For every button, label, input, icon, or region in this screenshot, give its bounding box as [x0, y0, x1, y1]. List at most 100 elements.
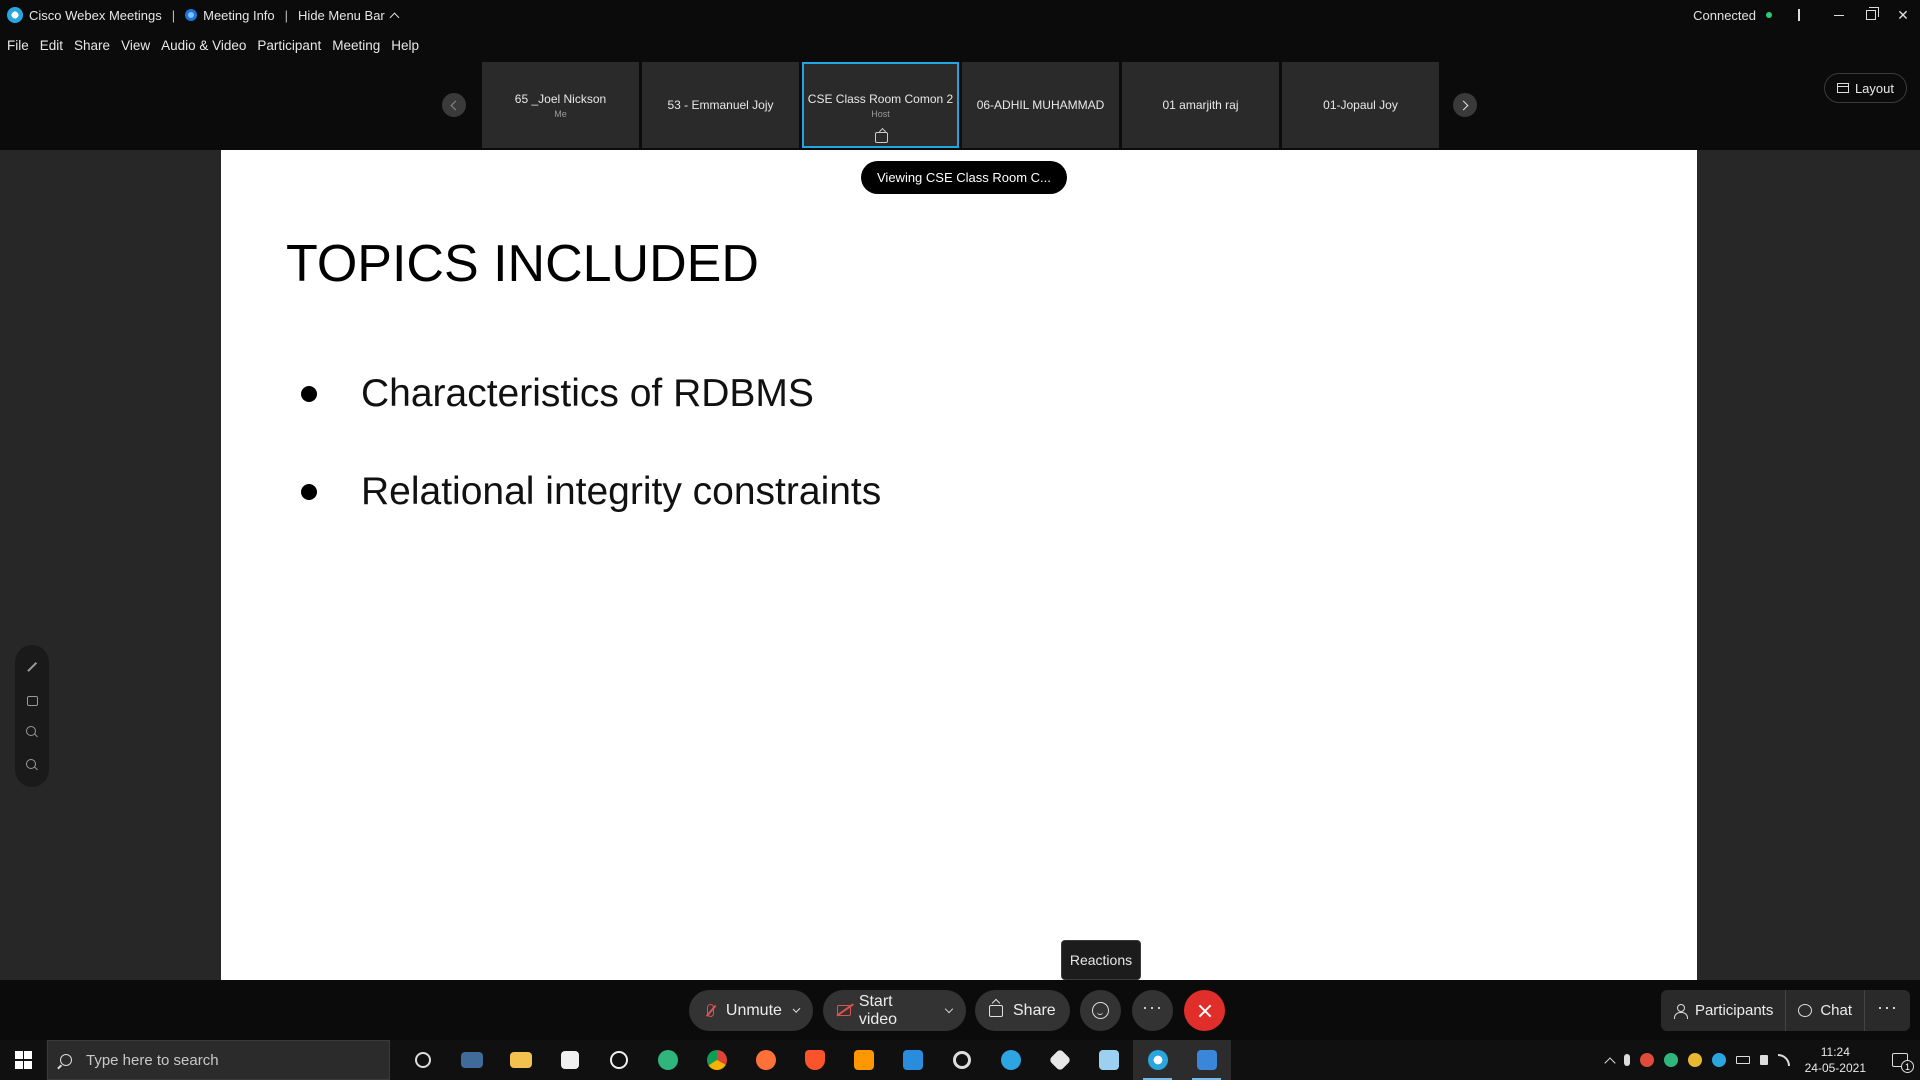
edge-tray-icon[interactable] [1663, 1053, 1678, 1067]
app-tray-icon[interactable] [1639, 1053, 1654, 1067]
layout-button[interactable]: Layout [1823, 73, 1907, 103]
volume-icon[interactable] [1759, 1055, 1768, 1065]
leave-meeting-button[interactable] [1184, 990, 1225, 1031]
taskbar-apps [398, 1040, 1231, 1080]
minimize-button[interactable] [1824, 0, 1854, 30]
zoom-in-icon[interactable] [25, 725, 39, 739]
participant-tile[interactable]: 01-Jopaul Joy [1282, 62, 1439, 148]
slide-bullet: Characteristics of RDBMS [301, 345, 881, 443]
viewing-indicator[interactable]: Viewing CSE Class Room C... [861, 161, 1067, 194]
connection-status: Connected [1693, 7, 1756, 23]
taskbar-app[interactable] [888, 1040, 937, 1080]
participant-name: 65 _Joel Nickson [514, 91, 607, 106]
webex-icon [1147, 1050, 1168, 1070]
taskbar-app[interactable] [986, 1040, 1035, 1080]
taskbar-app[interactable] [1035, 1040, 1084, 1080]
zoom-out-icon[interactable] [25, 758, 39, 772]
participant-role: Me [554, 108, 567, 119]
battery-icon[interactable] [1735, 1056, 1750, 1064]
mic-muted-icon [707, 1004, 714, 1017]
participant-tile[interactable]: 01 amarjith raj [1122, 62, 1279, 148]
taskbar-app[interactable] [839, 1040, 888, 1080]
webex-tray-icon[interactable] [1711, 1053, 1726, 1067]
menu-edit[interactable]: Edit [40, 38, 63, 53]
clock-date: 24-05-2021 [1804, 1061, 1866, 1075]
title-bar-right: Connected ✕ [1693, 0, 1920, 30]
participants-button[interactable]: Participants [1661, 990, 1785, 1031]
pen-icon[interactable] [25, 660, 39, 674]
participant-tile-active[interactable]: CSE Class Room Comon 2 Host [802, 62, 959, 148]
menu-share[interactable]: Share [74, 38, 110, 53]
wifi-icon[interactable] [1777, 1054, 1790, 1066]
taskbar-app[interactable] [643, 1040, 692, 1080]
taskbar-app[interactable] [790, 1040, 839, 1080]
annotation-toolbar [15, 645, 49, 787]
participant-name: 53 - Emmanuel Jojy [667, 98, 774, 112]
chat-button[interactable]: Chat [1785, 990, 1864, 1031]
filmstrip-next-button[interactable] [1453, 93, 1477, 117]
taskbar-app[interactable] [496, 1040, 545, 1080]
telegram-icon [1000, 1050, 1021, 1070]
minimize-icon [1834, 14, 1844, 16]
hide-menu-bar-button[interactable]: Hide Menu Bar [298, 8, 400, 23]
chevron-up-icon[interactable] [1603, 1057, 1616, 1069]
microphone-icon[interactable] [1623, 1054, 1630, 1066]
close-icon: ✕ [1897, 6, 1909, 23]
chevron-down-icon[interactable] [792, 1005, 801, 1013]
media-icon [952, 1051, 971, 1069]
start-button[interactable] [0, 1040, 47, 1080]
participant-tile[interactable]: 06-ADHIL MUHAMMAD [962, 62, 1119, 148]
bullet-dot [301, 484, 317, 500]
menu-file[interactable]: File [7, 38, 29, 53]
chrome-tray-icon[interactable] [1687, 1053, 1702, 1067]
folder-icon [509, 1052, 532, 1068]
bullet-text: Characteristics of RDBMS [361, 372, 814, 415]
meeting-info-label: Meeting Info [203, 7, 275, 23]
menu-help[interactable]: Help [391, 38, 419, 53]
start-video-button[interactable]: Start video [823, 990, 966, 1031]
taskbar-app[interactable] [741, 1040, 790, 1080]
unmute-button[interactable]: Unmute [689, 990, 813, 1031]
participant-tile[interactable]: 53 - Emmanuel Jojy [642, 62, 799, 148]
layout-label: Layout [1854, 80, 1894, 96]
meeting-info-button[interactable]: Meeting Info [185, 8, 275, 23]
taskbar-app[interactable] [1084, 1040, 1133, 1080]
person-icon [1673, 1003, 1688, 1019]
close-icon [1198, 1004, 1212, 1018]
close-button[interactable]: ✕ [1888, 0, 1918, 30]
more-options-button[interactable]: ··· [1132, 990, 1173, 1031]
slide-title: TOPICS INCLUDED [286, 235, 759, 293]
bullet-dot [301, 386, 317, 402]
restore-icon [1866, 7, 1879, 20]
webex-logo-icon [7, 7, 23, 23]
eraser-icon[interactable] [25, 693, 39, 707]
taskbar-app[interactable] [1182, 1040, 1231, 1080]
brave-icon [804, 1050, 825, 1070]
notification-center-button[interactable]: 1 [1880, 1040, 1920, 1080]
taskbar-app-webex[interactable] [1133, 1040, 1182, 1080]
filmstrip-prev-button[interactable] [442, 93, 466, 117]
task-view-button[interactable] [398, 1040, 447, 1080]
restore-button[interactable] [1856, 0, 1886, 30]
taskbar-app[interactable] [594, 1040, 643, 1080]
file-manager-icon [460, 1052, 483, 1068]
taskbar-clock[interactable]: 11:24 24-05-2021 [1805, 1044, 1866, 1076]
panel-more-button[interactable]: ··· [1864, 990, 1910, 1031]
notification-count: 1 [1901, 1060, 1914, 1073]
share-button[interactable]: Share [975, 990, 1070, 1031]
taskbar-app[interactable] [545, 1040, 594, 1080]
menu-view[interactable]: View [121, 38, 150, 53]
shared-slide: TOPICS INCLUDED Characteristics of RDBMS… [221, 150, 1697, 980]
edge-icon [657, 1050, 678, 1070]
taskbar-app[interactable] [937, 1040, 986, 1080]
menu-audio-video[interactable]: Audio & Video [161, 38, 246, 53]
taskbar-app[interactable] [447, 1040, 496, 1080]
taskbar-app[interactable] [692, 1040, 741, 1080]
menu-meeting[interactable]: Meeting [332, 38, 380, 53]
menu-participant[interactable]: Participant [257, 38, 321, 53]
participant-tile[interactable]: 65 _Joel Nickson Me [482, 62, 639, 148]
share-icon [989, 1004, 1003, 1017]
taskbar-search[interactable]: Type here to search [47, 1040, 390, 1080]
reactions-button[interactable] [1080, 990, 1121, 1031]
chevron-down-icon[interactable] [944, 1004, 954, 1014]
